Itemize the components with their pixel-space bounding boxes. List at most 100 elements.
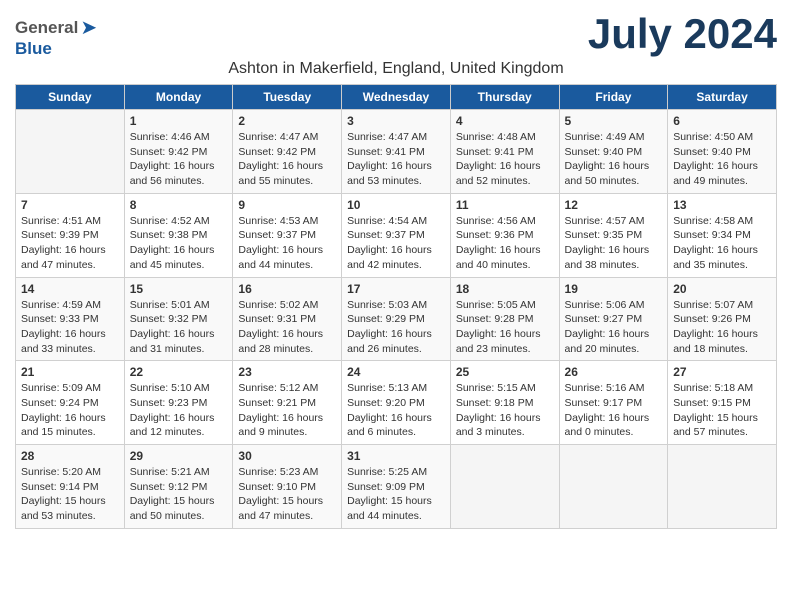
day-info: Sunrise: 4:46 AM Sunset: 9:42 PM Dayligh…: [130, 130, 228, 189]
day-number: 2: [238, 114, 336, 128]
calendar-cell: 14 Sunrise: 4:59 AM Sunset: 9:33 PM Dayli…: [16, 277, 125, 361]
calendar-cell: 6 Sunrise: 4:50 AM Sunset: 9:40 PM Daylig…: [668, 110, 777, 194]
day-info: Sunrise: 4:54 AM Sunset: 9:37 PM Dayligh…: [347, 214, 445, 273]
day-number: 22: [130, 365, 228, 379]
day-number: 10: [347, 198, 445, 212]
day-info: Sunrise: 5:10 AM Sunset: 9:23 PM Dayligh…: [130, 381, 228, 440]
calendar-cell: 1 Sunrise: 4:46 AM Sunset: 9:42 PM Daylig…: [124, 110, 233, 194]
day-info: Sunrise: 4:59 AM Sunset: 9:33 PM Dayligh…: [21, 298, 119, 357]
day-info: Sunrise: 5:07 AM Sunset: 9:26 PM Dayligh…: [673, 298, 771, 357]
day-number: 17: [347, 282, 445, 296]
calendar-cell: 27 Sunrise: 5:18 AM Sunset: 9:15 PM Dayli…: [668, 361, 777, 445]
calendar-cell: 20 Sunrise: 5:07 AM Sunset: 9:26 PM Dayli…: [668, 277, 777, 361]
day-number: 7: [21, 198, 119, 212]
day-info: Sunrise: 4:50 AM Sunset: 9:40 PM Dayligh…: [673, 130, 771, 189]
page-subtitle: Ashton in Makerfield, England, United Ki…: [15, 60, 777, 78]
calendar-week-row: 21Sunrise: 5:09 AM Sunset: 9:24 PM Dayli…: [16, 361, 777, 445]
calendar-week-row: 14 Sunrise: 4:59 AM Sunset: 9:33 PM Dayli…: [16, 277, 777, 361]
weekday-header-row: SundayMondayTuesdayWednesdayThursdayFrid…: [16, 85, 777, 110]
day-number: 21: [21, 365, 119, 379]
calendar-cell: 5 Sunrise: 4:49 AM Sunset: 9:40 PM Daylig…: [559, 110, 668, 194]
day-info: Sunrise: 5:13 AM Sunset: 9:20 PM Dayligh…: [347, 381, 445, 440]
day-number: 9: [238, 198, 336, 212]
calendar-cell: 12 Sunrise: 4:57 AM Sunset: 9:35 PM Dayli…: [559, 193, 668, 277]
day-number: 20: [673, 282, 771, 296]
calendar-week-row: 7 Sunrise: 4:51 AM Sunset: 9:39 PM Daylig…: [16, 193, 777, 277]
day-number: 27: [673, 365, 771, 379]
calendar-cell: 3Sunrise: 4:47 AM Sunset: 9:41 PM Daylig…: [342, 110, 451, 194]
calendar-cell: [16, 110, 125, 194]
day-number: 5: [565, 114, 663, 128]
day-number: 12: [565, 198, 663, 212]
day-number: 19: [565, 282, 663, 296]
calendar-cell: 17 Sunrise: 5:03 AM Sunset: 9:29 PM Dayli…: [342, 277, 451, 361]
day-info: Sunrise: 5:21 AM Sunset: 9:12 PM Dayligh…: [130, 465, 228, 524]
weekday-header-monday: Monday: [124, 85, 233, 110]
weekday-header-tuesday: Tuesday: [233, 85, 342, 110]
day-info: Sunrise: 4:56 AM Sunset: 9:36 PM Dayligh…: [456, 214, 554, 273]
calendar-cell: 28Sunrise: 5:20 AM Sunset: 9:14 PM Dayli…: [16, 445, 125, 529]
calendar-cell: 11 Sunrise: 4:56 AM Sunset: 9:36 PM Dayli…: [450, 193, 559, 277]
day-info: Sunrise: 5:25 AM Sunset: 9:09 PM Dayligh…: [347, 465, 445, 524]
day-number: 18: [456, 282, 554, 296]
day-number: 14: [21, 282, 119, 296]
logo-general: General: [15, 19, 78, 36]
calendar-cell: 8 Sunrise: 4:52 AM Sunset: 9:38 PM Daylig…: [124, 193, 233, 277]
day-info: Sunrise: 5:03 AM Sunset: 9:29 PM Dayligh…: [347, 298, 445, 357]
calendar-cell: 19 Sunrise: 5:06 AM Sunset: 9:27 PM Dayli…: [559, 277, 668, 361]
calendar-week-row: 28Sunrise: 5:20 AM Sunset: 9:14 PM Dayli…: [16, 445, 777, 529]
calendar-cell: 4Sunrise: 4:48 AM Sunset: 9:41 PM Daylig…: [450, 110, 559, 194]
day-info: Sunrise: 5:12 AM Sunset: 9:21 PM Dayligh…: [238, 381, 336, 440]
logo-bird-icon: ➤: [80, 15, 97, 40]
day-number: 30: [238, 449, 336, 463]
calendar-cell: 16 Sunrise: 5:02 AM Sunset: 9:31 PM Dayli…: [233, 277, 342, 361]
calendar-cell: 25 Sunrise: 5:15 AM Sunset: 9:18 PM Dayli…: [450, 361, 559, 445]
day-info: Sunrise: 4:48 AM Sunset: 9:41 PM Dayligh…: [456, 130, 554, 189]
day-info: Sunrise: 5:23 AM Sunset: 9:10 PM Dayligh…: [238, 465, 336, 524]
calendar-cell: [559, 445, 668, 529]
day-number: 6: [673, 114, 771, 128]
day-number: 11: [456, 198, 554, 212]
day-info: Sunrise: 5:01 AM Sunset: 9:32 PM Dayligh…: [130, 298, 228, 357]
calendar-cell: 9Sunrise: 4:53 AM Sunset: 9:37 PM Daylig…: [233, 193, 342, 277]
day-info: Sunrise: 5:05 AM Sunset: 9:28 PM Dayligh…: [456, 298, 554, 357]
calendar-cell: 13 Sunrise: 4:58 AM Sunset: 9:34 PM Dayli…: [668, 193, 777, 277]
day-number: 16: [238, 282, 336, 296]
calendar-cell: 23 Sunrise: 5:12 AM Sunset: 9:21 PM Dayli…: [233, 361, 342, 445]
page-header: General ➤ Blue July 2024: [15, 10, 777, 58]
calendar-cell: 31Sunrise: 5:25 AM Sunset: 9:09 PM Dayli…: [342, 445, 451, 529]
day-info: Sunrise: 4:58 AM Sunset: 9:34 PM Dayligh…: [673, 214, 771, 273]
calendar-cell: 7 Sunrise: 4:51 AM Sunset: 9:39 PM Daylig…: [16, 193, 125, 277]
day-info: Sunrise: 5:18 AM Sunset: 9:15 PM Dayligh…: [673, 381, 771, 440]
weekday-header-sunday: Sunday: [16, 85, 125, 110]
day-number: 8: [130, 198, 228, 212]
day-info: Sunrise: 4:47 AM Sunset: 9:42 PM Dayligh…: [238, 130, 336, 189]
weekday-header-wednesday: Wednesday: [342, 85, 451, 110]
day-number: 23: [238, 365, 336, 379]
calendar-cell: 29Sunrise: 5:21 AM Sunset: 9:12 PM Dayli…: [124, 445, 233, 529]
calendar-cell: [668, 445, 777, 529]
day-info: Sunrise: 4:49 AM Sunset: 9:40 PM Dayligh…: [565, 130, 663, 189]
month-title: July 2024: [588, 10, 777, 58]
day-number: 15: [130, 282, 228, 296]
calendar-cell: 21Sunrise: 5:09 AM Sunset: 9:24 PM Dayli…: [16, 361, 125, 445]
calendar-cell: 26Sunrise: 5:16 AM Sunset: 9:17 PM Dayli…: [559, 361, 668, 445]
day-info: Sunrise: 5:06 AM Sunset: 9:27 PM Dayligh…: [565, 298, 663, 357]
weekday-header-saturday: Saturday: [668, 85, 777, 110]
calendar-cell: [450, 445, 559, 529]
day-info: Sunrise: 4:51 AM Sunset: 9:39 PM Dayligh…: [21, 214, 119, 273]
day-info: Sunrise: 5:15 AM Sunset: 9:18 PM Dayligh…: [456, 381, 554, 440]
calendar-cell: 10 Sunrise: 4:54 AM Sunset: 9:37 PM Dayli…: [342, 193, 451, 277]
day-info: Sunrise: 5:16 AM Sunset: 9:17 PM Dayligh…: [565, 381, 663, 440]
day-info: Sunrise: 5:02 AM Sunset: 9:31 PM Dayligh…: [238, 298, 336, 357]
weekday-header-thursday: Thursday: [450, 85, 559, 110]
day-number: 1: [130, 114, 228, 128]
day-number: 25: [456, 365, 554, 379]
day-number: 13: [673, 198, 771, 212]
day-info: Sunrise: 4:57 AM Sunset: 9:35 PM Dayligh…: [565, 214, 663, 273]
logo: General ➤ Blue: [15, 10, 97, 57]
logo-blue: Blue: [15, 40, 52, 57]
calendar-cell: 2 Sunrise: 4:47 AM Sunset: 9:42 PM Daylig…: [233, 110, 342, 194]
calendar-table: SundayMondayTuesdayWednesdayThursdayFrid…: [15, 84, 777, 529]
day-info: Sunrise: 4:52 AM Sunset: 9:38 PM Dayligh…: [130, 214, 228, 273]
